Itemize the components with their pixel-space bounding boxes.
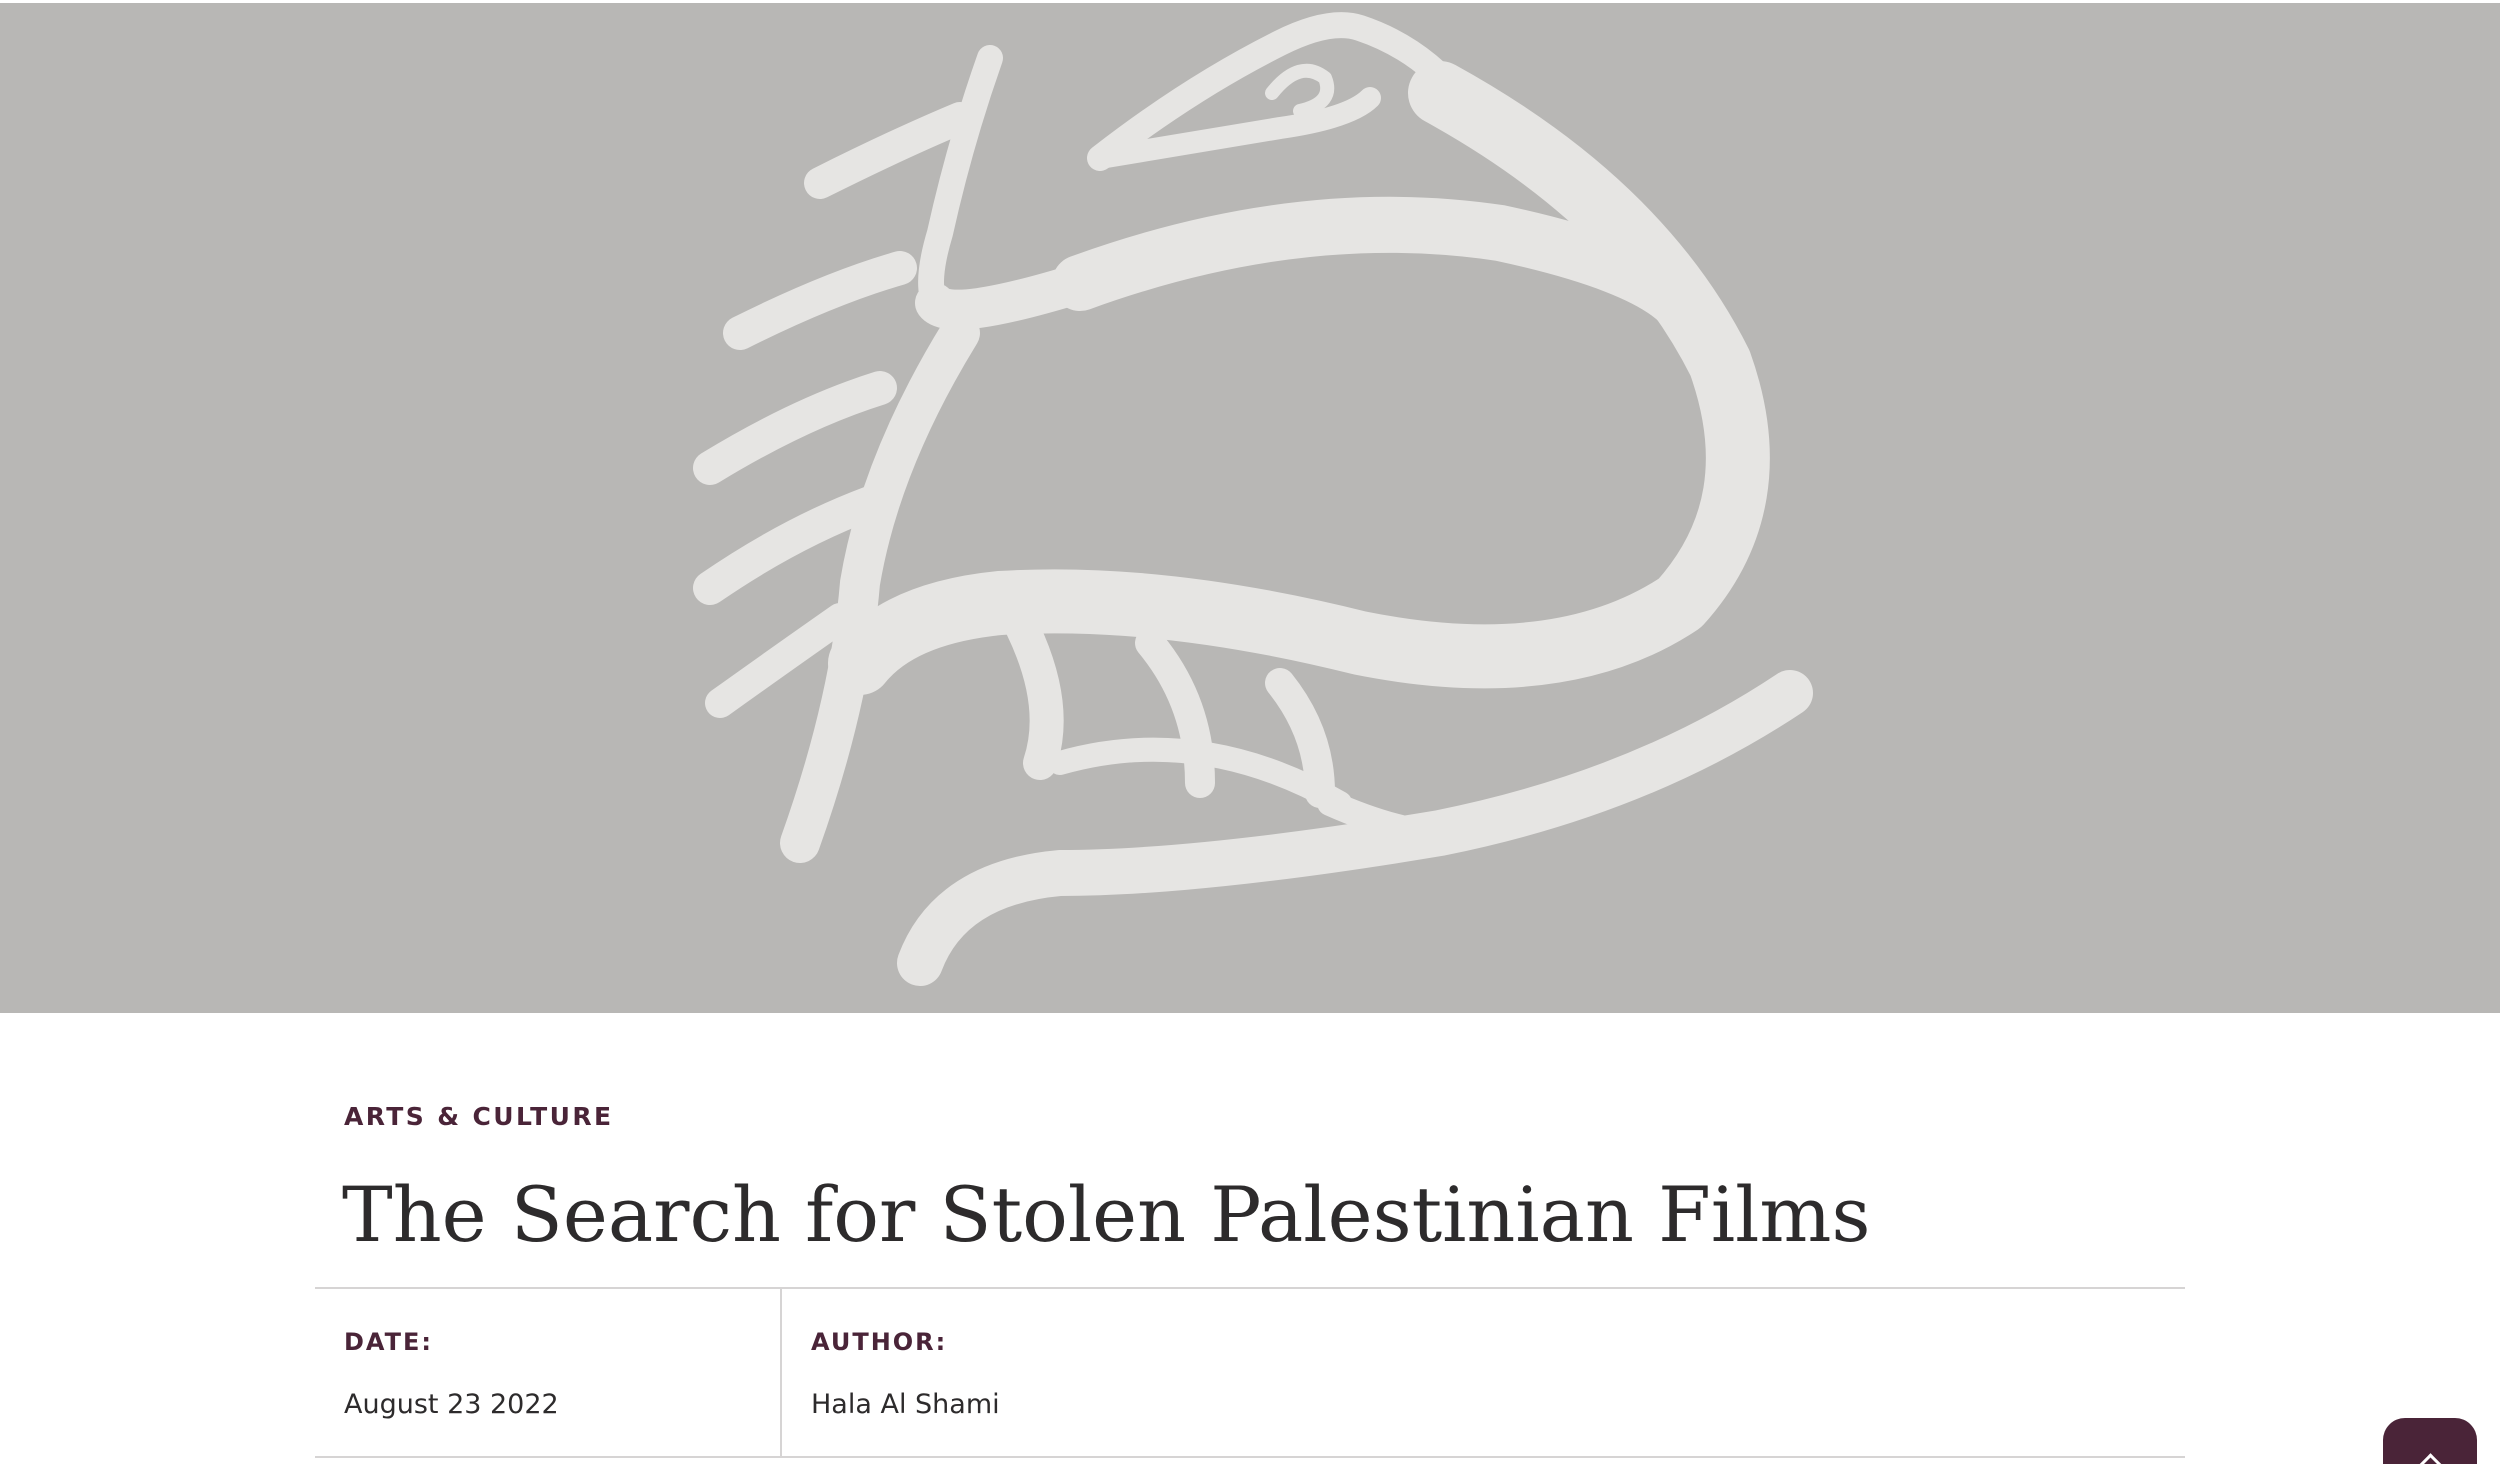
article-title: The Search for Stolen Palestinian Films: [342, 1170, 1871, 1259]
author-label: AUTHOR:: [811, 1328, 948, 1356]
bird-emblem-icon: [693, 12, 1813, 986]
author-value[interactable]: Hala Al Shami: [811, 1388, 1000, 1422]
article-category[interactable]: ARTS & CULTURE: [344, 1102, 613, 1132]
meta-divider-bottom: [315, 1456, 2185, 1458]
meta-divider-vertical: [780, 1289, 782, 1456]
hero-banner: [0, 3, 2500, 1013]
scroll-to-top-button[interactable]: [2383, 1418, 2477, 1464]
meta-divider-top: [315, 1287, 2185, 1289]
chevron-up-icon: [2414, 1453, 2447, 1464]
date-value: August 23 2022: [344, 1389, 559, 1420]
date-label: DATE:: [344, 1328, 433, 1356]
